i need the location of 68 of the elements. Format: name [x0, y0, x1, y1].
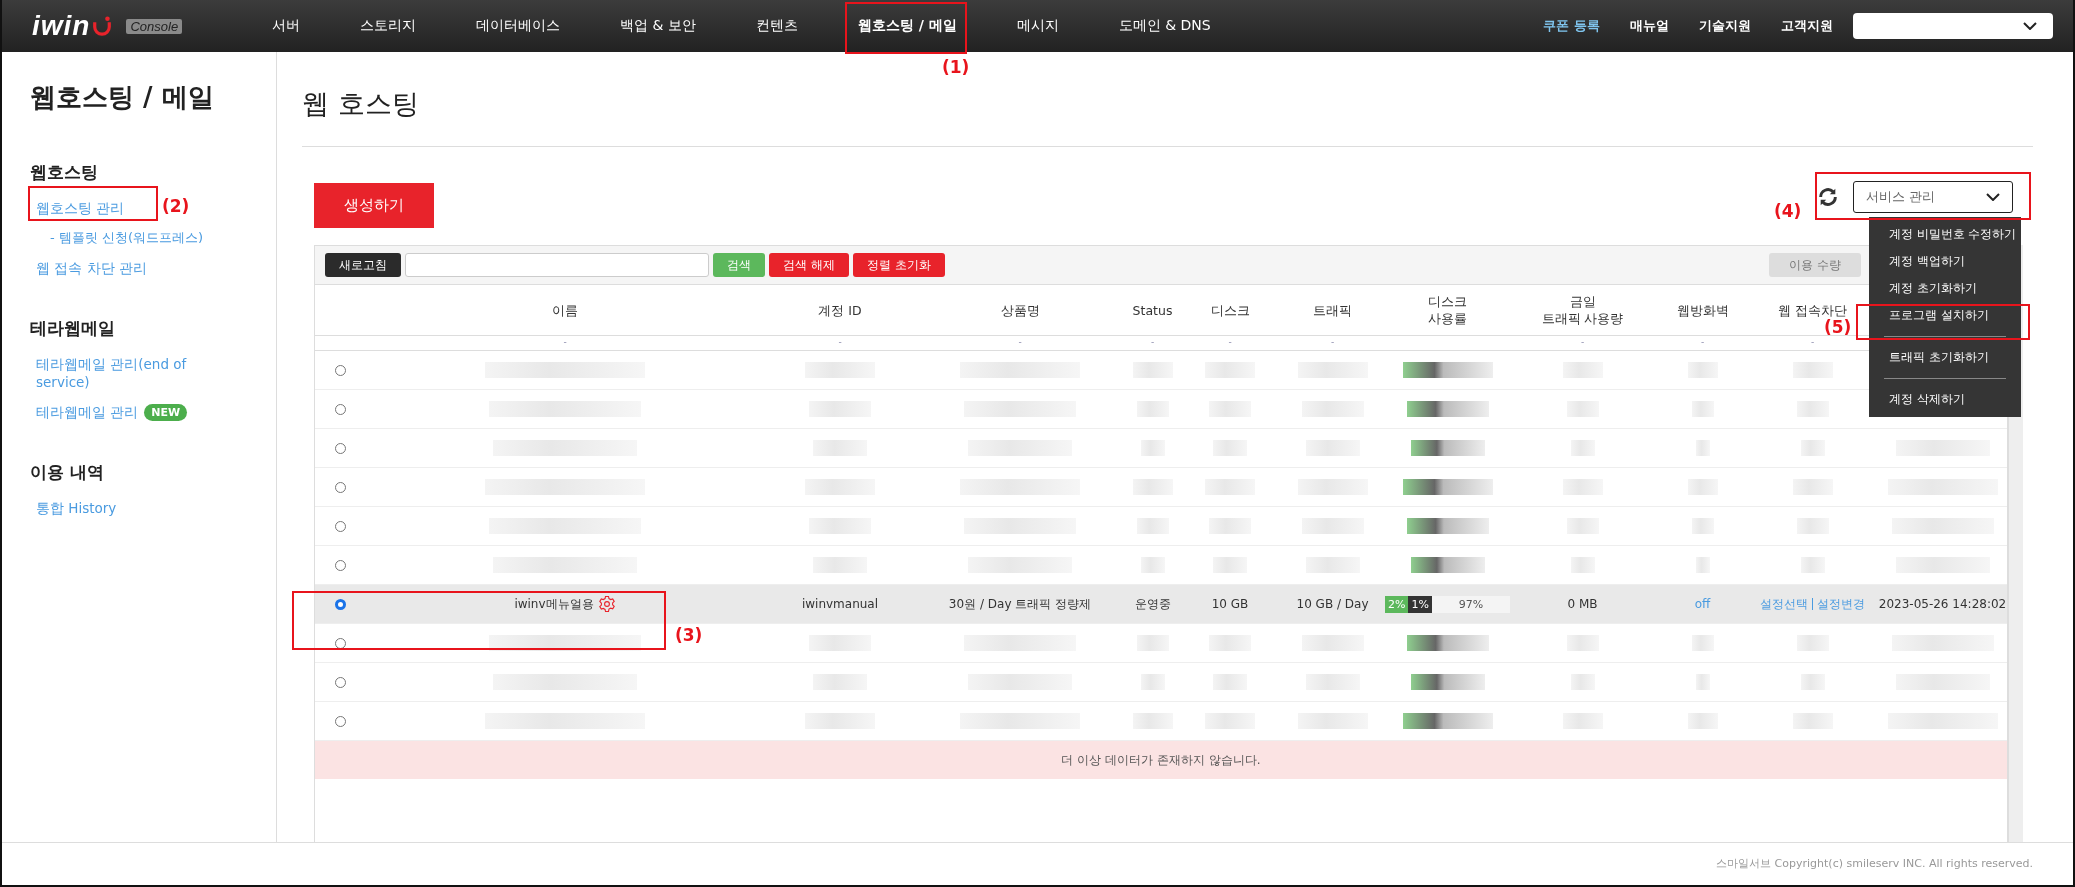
filter-mark: -: [1149, 336, 1156, 349]
table-cell: 30원 / Day 트래픽 정량제: [948, 595, 1092, 613]
annotation-label: (2): [162, 196, 190, 216]
menu-item[interactable]: 트래픽 초기화하기: [1869, 344, 2021, 371]
filter-mark: -: [1809, 336, 1816, 349]
nav-menu-item[interactable]: 백업 & 보안: [620, 0, 696, 52]
column-header: 디스크: [1209, 301, 1251, 319]
nav-menu-item[interactable]: 서버: [272, 0, 300, 52]
column-header: 트래픽: [1312, 301, 1353, 319]
filter-mark: -: [562, 336, 568, 349]
reset-sort-button[interactable]: 정렬 초기화: [852, 253, 945, 277]
logo-text: iwin: [32, 10, 91, 42]
column-header: 웹방화벽: [1675, 301, 1730, 319]
usage-percent-label: 2%: [1385, 595, 1409, 613]
copyright-text: 스마일서브 Copyright(c) smileserv INC. All rights reserved.: [2, 842, 2073, 885]
column-header: 금일 트래픽 사용량: [1540, 293, 1625, 327]
annotation-label: (1): [942, 57, 970, 77]
usage-percent-label: 1%: [1408, 595, 1432, 613]
menu-item[interactable]: 계정 비밀번호 수정하기: [1869, 221, 2021, 248]
filter-mark: -: [837, 336, 843, 349]
filter-mark: -: [1017, 336, 1023, 349]
console-badge: Console: [126, 18, 183, 34]
menu-item[interactable]: 계정 삭제하기: [1869, 386, 2021, 413]
column-header: Status: [1131, 301, 1174, 319]
nav-menu-item[interactable]: 데이터베이스: [476, 0, 560, 52]
annotation-label: (3): [675, 625, 703, 645]
sidebar-heading: 이용 내역: [30, 461, 104, 484]
table-cell: 0 MB: [1567, 597, 1598, 611]
column-header: 계정 ID: [817, 301, 863, 319]
top-link[interactable]: 고객지원: [1781, 17, 1833, 35]
table-cell: 10 GB / Day: [1296, 597, 1369, 611]
service-select[interactable]: 서비스 관리: [1853, 181, 2013, 213]
refresh-button[interactable]: 새로고침: [325, 253, 401, 277]
nav-menu-item[interactable]: 메시지: [1016, 0, 1059, 52]
column-header: 상품명: [999, 301, 1041, 319]
usage-button[interactable]: 이용 수량: [1769, 253, 1861, 277]
annotation-label: (4): [1774, 201, 1802, 221]
top-link[interactable]: 매뉴얼: [1630, 17, 1669, 35]
nav-menu-item[interactable]: 컨텐츠: [755, 0, 798, 52]
sidebar-title: 웹호스팅 / 메일: [30, 81, 215, 114]
clear-search-button[interactable]: 검색 해제: [769, 253, 849, 277]
menu-item[interactable]: 프로그램 설치하기: [1869, 302, 2021, 329]
filter-mark: -: [1579, 336, 1586, 349]
new-badge: NEW: [144, 403, 188, 421]
nav-menu-item[interactable]: 스토리지: [360, 0, 416, 52]
column-header: 이름: [551, 301, 579, 319]
filter-mark: -: [1329, 336, 1336, 349]
sidebar-heading: 웹호스팅: [30, 161, 98, 184]
top-link[interactable]: 쿠폰 등록: [1543, 17, 1600, 35]
column-header: 디스크 사용률: [1427, 293, 1468, 327]
empty-message: 더 이상 데이터가 존재하지 않습니다.: [315, 741, 2007, 779]
menu-item[interactable]: 계정 초기화하기: [1869, 275, 2021, 302]
menu-item[interactable]: 계정 백업하기: [1869, 248, 2021, 275]
column-header: 웹 접속차단: [1777, 301, 1848, 319]
usage-percent-label: 97%: [1457, 596, 1485, 613]
nav-menu-item[interactable]: 웹호스팅 / 메일: [857, 0, 957, 52]
sidebar-heading: 테라웹메일: [30, 317, 115, 340]
top-link[interactable]: 기술지원: [1699, 17, 1751, 35]
create-button[interactable]: 생성하기: [314, 183, 434, 228]
table-cell: iwinv메뉴얼용: [514, 595, 594, 613]
table-cell: iwinvmanual: [801, 597, 879, 611]
nav-menu-item[interactable]: 도메인 & DNS: [1118, 0, 1211, 52]
table-cell: 2023-05-26 14:28:02: [1878, 597, 2007, 611]
filter-mark: -: [1699, 336, 1706, 349]
filter-mark: -: [1227, 336, 1233, 349]
table-cell: 운영중: [1134, 595, 1171, 613]
annotation-label: (5): [1824, 317, 1852, 337]
table-cell: 10 GB: [1211, 597, 1249, 611]
